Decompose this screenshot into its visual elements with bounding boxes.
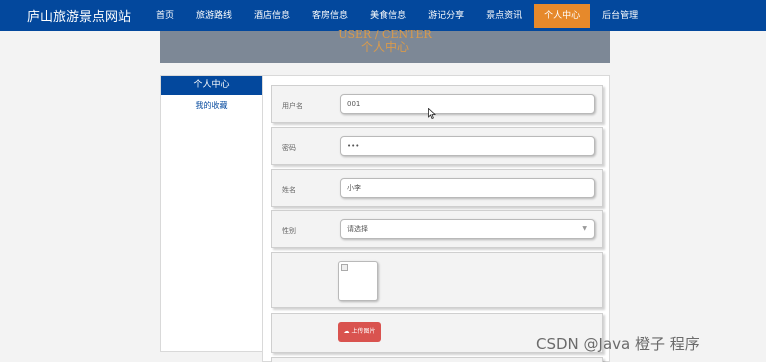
password-field[interactable]: ••• [340,136,595,156]
gender-select-value: 请选择 [347,225,368,233]
mouse-cursor-icon [428,108,436,119]
banner-title-cn: 个人中心 [360,40,409,54]
sidebar-item-favorites[interactable]: 我的收藏 [161,100,262,111]
nav-rooms[interactable]: 客房信息 [302,4,358,28]
form-row-gender: 性别 请选择 ▼ [271,210,603,248]
username-field[interactable]: 001 [340,94,595,114]
nav-food[interactable]: 美食信息 [360,4,416,28]
username-label: 用户名 [282,102,303,110]
upload-image-label: 上传图片 [351,328,376,335]
form-row-next [271,357,603,362]
form-row-name: 姓名 小李 [271,169,603,207]
form-row-username: 用户名 001 [271,85,603,123]
form-row-avatar [271,252,603,308]
nav-hotels[interactable]: 酒店信息 [244,4,300,28]
top-navbar: 庐山旅游景点网站 首页 旅游路线 酒店信息 客房信息 美食信息 游记分享 景点资… [0,0,766,31]
sidebar-heading[interactable]: 个人中心 [161,76,262,95]
avatar-preview [338,261,378,301]
site-title[interactable]: 庐山旅游景点网站 [0,6,146,25]
banner-title-en: USER / CENTER [338,28,432,41]
page-banner: USER / CENTER 个人中心 [160,28,610,63]
nav-routes[interactable]: 旅游路线 [186,4,242,28]
cloud-upload-icon: ☁ [343,328,350,335]
gender-label: 性别 [282,227,296,235]
nav-news[interactable]: 景点资讯 [476,4,532,28]
nav-admin[interactable]: 后台管理 [592,4,648,28]
nav-user-center[interactable]: 个人中心 [534,3,591,28]
watermark-text: CSDN @Java 橙子 程序 [536,335,700,353]
broken-image-icon [341,264,348,271]
gender-select[interactable]: 请选择 ▼ [340,219,595,239]
upload-image-button[interactable]: ☁ 上传图片 [338,322,381,342]
name-field[interactable]: 小李 [340,178,595,198]
nav-travel-notes[interactable]: 游记分享 [418,4,474,28]
chevron-down-icon: ▼ [582,225,587,232]
name-label: 姓名 [282,186,296,194]
password-label: 密码 [282,144,296,152]
form-row-password: 密码 ••• [271,127,603,165]
nav-home[interactable]: 首页 [146,4,184,28]
sidebar: 个人中心 我的收藏 [160,75,262,352]
profile-form: 用户名 001 密码 ••• 姓名 小李 性别 请选择 ▼ ☁ 上传图片 [262,75,610,362]
